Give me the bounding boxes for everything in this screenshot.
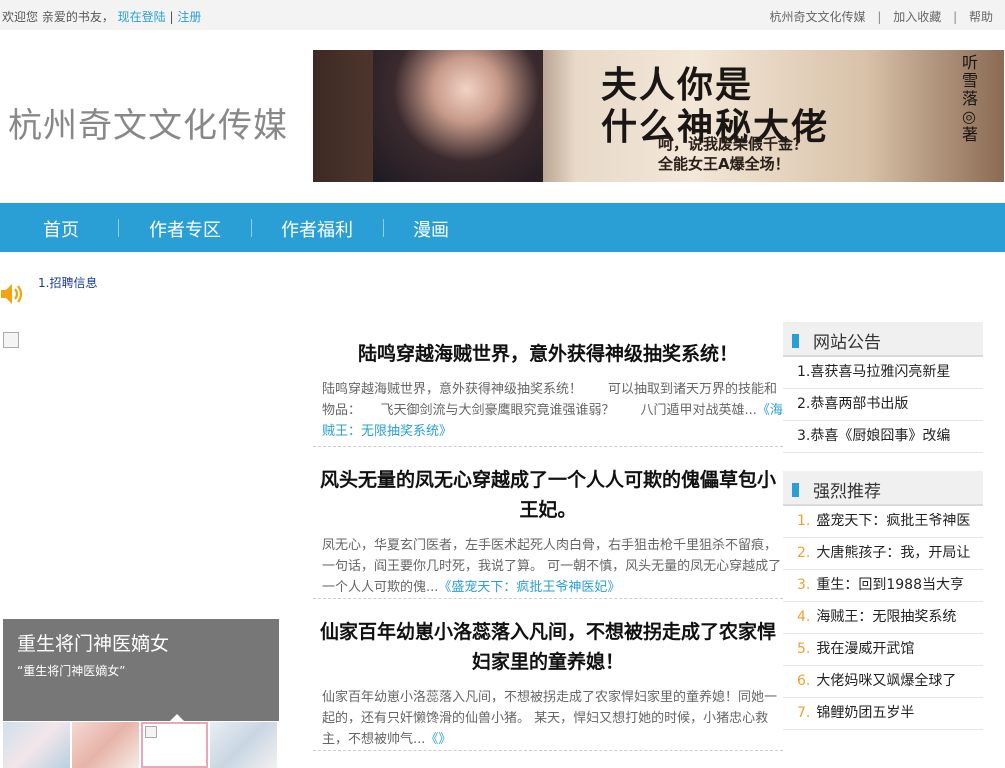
register-link[interactable]: 注册 [177, 10, 201, 24]
book-title: 重生：回到1988当大亨 [816, 577, 964, 593]
panel-header-marker [792, 334, 799, 348]
help-link[interactable]: 帮助 [969, 10, 993, 24]
broken-image-icon [3, 332, 19, 348]
book-title: 锦鲤奶团五岁半 [816, 705, 915, 721]
recommend-item[interactable]: 6. 大佬妈咪又飒爆全球了 [783, 666, 983, 698]
rank-number: 3. [797, 577, 811, 593]
announcements-panel: 网站公告 1.喜获喜马拉雅闪亮新星 2.恭喜两部书出版 3.恭喜《厨娘囧事》改编 [783, 322, 983, 453]
article-summary: 仙家百年幼崽小洛蕊落入凡间，不想被拐走成了农家悍妇家里的童养媳！同她一起的，还有… [313, 687, 783, 751]
login-register-separator: | [169, 10, 174, 24]
rank-number: 6. [797, 673, 811, 689]
rank-number: 2. [797, 545, 811, 561]
banner-subtitle-line-1: 呵，说我废柴假千金？ [658, 135, 809, 153]
top-links: 杭州奇文文化传媒 | 加入收藏 | 帮助 [770, 8, 993, 25]
featured-book-title: 重生将门神医嫡女 [17, 633, 170, 655]
nav-divider [118, 219, 119, 237]
notice-link[interactable]: 1.招聘信息 [38, 274, 97, 291]
book-title: 海贼王：无限抽奖系统 [816, 609, 957, 625]
book-title: 我在漫威开武馆 [816, 641, 915, 657]
article-book-link[interactable]: 《》 [425, 732, 451, 747]
article-summary-text: 仙家百年幼崽小洛蕊落入凡间，不想被拐走成了农家悍妇家里的童养媳！同她一起的，还有… [322, 690, 778, 747]
rank-number: 1. [797, 513, 811, 529]
announcement-item[interactable]: 2.恭喜两部书出版 [783, 389, 983, 421]
banner-subtitle-line-2: 全能女王A爆全场！ [658, 155, 790, 173]
site-home-link[interactable]: 杭州奇文文化传媒 [770, 10, 866, 24]
recommend-item[interactable]: 4. 海贼王：无限抽奖系统 [783, 602, 983, 634]
banner-illustration [373, 50, 543, 182]
nav-divider [251, 219, 252, 237]
welcome-text: 欢迎您 亲爱的书友， [2, 10, 114, 24]
welcome-area: 欢迎您 亲爱的书友， 现在登陆 | 注册 [2, 8, 201, 25]
article-card: 陆鸣穿越海贼世界，意外获得神级抽奖系统！ 陆鸣穿越海贼世界，意外获得神级抽奖系统… [313, 339, 783, 447]
panel-title: 网站公告 [813, 333, 881, 353]
nav-item-author-zone[interactable]: 作者专区 [149, 216, 221, 242]
thumbnail-strip [3, 722, 279, 768]
announcement-item[interactable]: 1.喜获喜马拉雅闪亮新星 [783, 357, 983, 389]
thumbnail-selected[interactable] [141, 722, 208, 768]
top-link-separator-1: | [877, 10, 882, 24]
book-title: 盛宠天下：疯批王爷神医 [816, 513, 971, 529]
article-title[interactable]: 风头无量的凤无心穿越成了一个人人可欺的傀儡草包小王妃。 [313, 465, 783, 525]
panel-header-marker [792, 483, 799, 497]
recommend-item[interactable]: 3. 重生：回到1988当大亨 [783, 570, 983, 602]
main-nav: 首页 作者专区 作者福利 漫画 [0, 203, 1005, 252]
caption-pointer [169, 714, 185, 722]
nav-item-comics[interactable]: 漫画 [413, 216, 449, 242]
book-title: 大佬妈咪又飒爆全球了 [816, 673, 957, 689]
add-favorite-link[interactable]: 加入收藏 [893, 10, 941, 24]
recommend-item[interactable]: 5. 我在漫威开武馆 [783, 634, 983, 666]
header-banner[interactable]: 夫人你是 什么神秘大佬 呵，说我废柴假千金？ 全能女王A爆全场！ 听雪落◎著 [313, 50, 1004, 182]
recommend-panel: 强烈推荐 1. 盛宠天下：疯批王爷神医 2. 大唐熊孩子：我，开局让 3. 重生：回到… [783, 471, 983, 730]
nav-divider [383, 219, 384, 237]
thumbnail[interactable] [210, 722, 277, 768]
featured-book-subtitle: “重生将门神医嫡女” [17, 664, 126, 678]
article-title[interactable]: 陆鸣穿越海贼世界，意外获得神级抽奖系统！ [313, 339, 783, 369]
banner-subtitle: 呵，说我废柴假千金？ 全能女王A爆全场！ [658, 134, 808, 174]
recommend-item[interactable]: 7. 锦鲤奶团五岁半 [783, 698, 983, 730]
rank-number: 7. [797, 705, 811, 721]
login-link[interactable]: 现在登陆 [118, 10, 166, 24]
nav-item-home[interactable]: 首页 [43, 216, 79, 242]
featured-book-caption[interactable]: 重生将门神医嫡女 “重生将门神医嫡女” [3, 619, 279, 722]
top-bar: 欢迎您 亲爱的书友， 现在登陆 | 注册 杭州奇文文化传媒 | 加入收藏 | 帮… [0, 0, 1005, 30]
article-title[interactable]: 仙家百年幼崽小洛蕊落入凡间，不想被拐走成了农家悍妇家里的童养媳！ [313, 617, 783, 677]
recommend-item[interactable]: 2. 大唐熊孩子：我，开局让 [783, 538, 983, 570]
rank-number: 5. [797, 641, 811, 657]
article-summary: 凤无心，华夏玄门医者，左手医术起死人肉白骨，右手狙击枪千里狙杀不留痕，一句话，阎… [313, 535, 783, 599]
article-card: 仙家百年幼崽小洛蕊落入凡间，不想被拐走成了农家悍妇家里的童养媳！ 仙家百年幼崽小… [313, 617, 783, 751]
thumbnail[interactable] [72, 722, 139, 768]
article-book-link[interactable]: 《盛宠天下：疯批王爷神医妃》 [438, 580, 620, 595]
site-logo[interactable]: 杭州奇文文化传媒 [8, 98, 288, 147]
panel-title: 强烈推荐 [813, 482, 881, 502]
book-title: 大唐熊孩子：我，开局让 [816, 545, 971, 561]
thumbnail[interactable] [3, 722, 70, 768]
article-summary: 陆鸣穿越海贼世界，意外获得神级抽奖系统！ 可以抽取到诸天万界的技能和物品： 飞天… [313, 379, 783, 443]
broken-image-icon [145, 726, 157, 738]
banner-author: 听雪落◎著 [962, 53, 979, 144]
recommend-item[interactable]: 1. 盛宠天下：疯批王爷神医 [783, 506, 983, 538]
top-link-separator-2: | [953, 10, 958, 24]
speaker-icon [1, 284, 23, 304]
banner-title-line-1: 夫人你是 [601, 64, 754, 106]
panel-header: 强烈推荐 [783, 471, 983, 506]
nav-item-author-benefits[interactable]: 作者福利 [281, 216, 353, 242]
article-card: 风头无量的凤无心穿越成了一个人人可欺的傀儡草包小王妃。 凤无心，华夏玄门医者，左… [313, 465, 783, 599]
rank-number: 4. [797, 609, 811, 625]
announcement-item[interactable]: 3.恭喜《厨娘囧事》改编 [783, 421, 983, 453]
panel-header: 网站公告 [783, 322, 983, 357]
article-summary-text: 陆鸣穿越海贼世界，意外获得神级抽奖系统！ 可以抽取到诸天万界的技能和物品： 飞天… [322, 382, 778, 418]
